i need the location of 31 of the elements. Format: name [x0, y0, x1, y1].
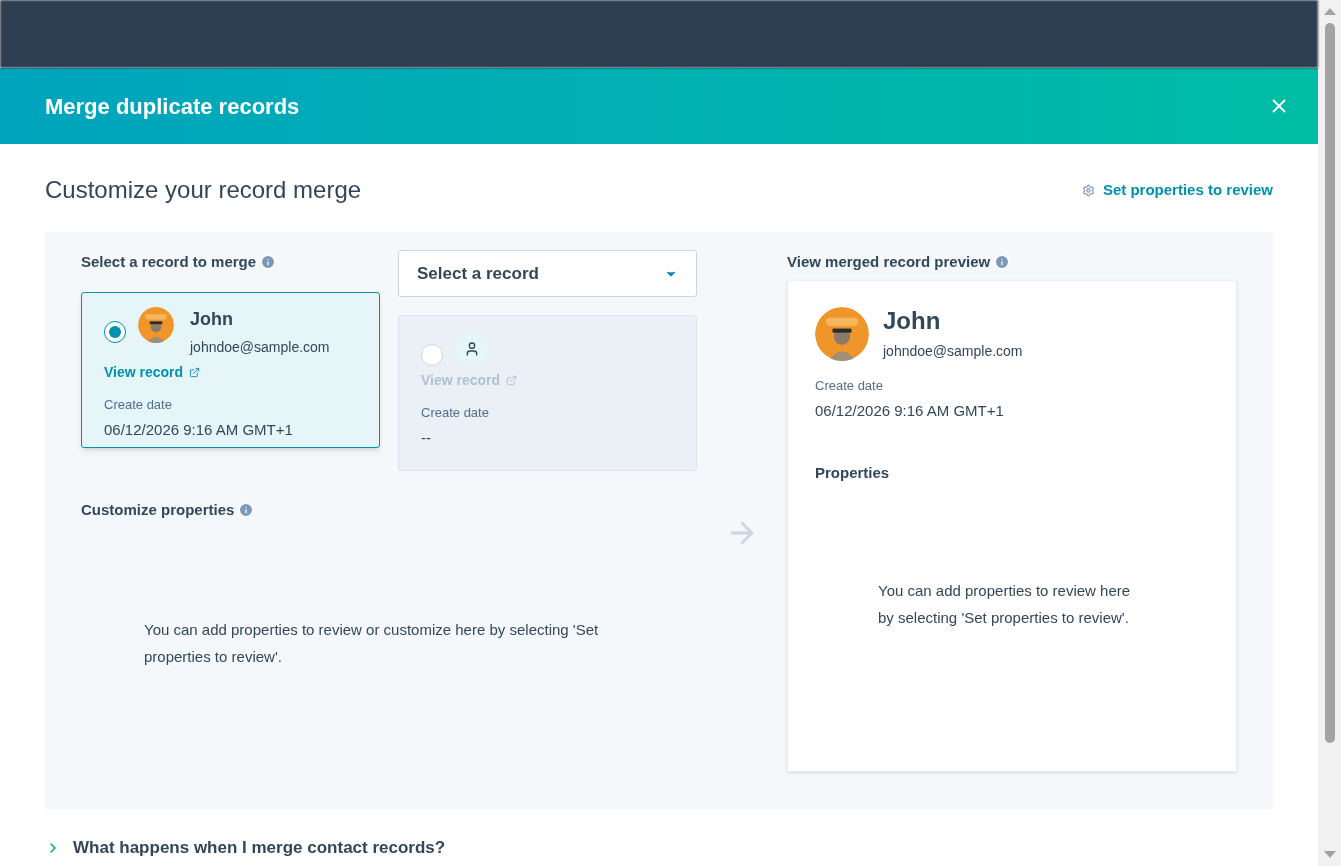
- page-heading: Customize your record merge: [45, 175, 362, 205]
- record-dropdown[interactable]: Select a record: [398, 250, 697, 297]
- external-link-icon: [189, 367, 201, 378]
- info-icon[interactable]: [238, 502, 255, 519]
- contact-email: johndoe@sample.com: [190, 338, 330, 357]
- preview-label: View merged record preview: [787, 251, 991, 272]
- date-value: 06/12/2026 9:16 AM GMT+1: [815, 400, 1005, 421]
- contact-name: John: [190, 308, 234, 331]
- info-icon[interactable]: [260, 254, 277, 270]
- info-icon[interactable]: [994, 254, 1011, 270]
- contact-name: John: [883, 307, 942, 335]
- date-value: 06/12/2026 9:16 AM GMT+1: [104, 419, 294, 440]
- modal-title: Merge duplicate records: [45, 92, 300, 121]
- date-value: --: [421, 427, 432, 448]
- contact-email: johndoe@sample.com: [883, 342, 1023, 361]
- scrollbar[interactable]: [1318, 0, 1341, 866]
- faq-toggle[interactable]: What happens when I merge contact records?: [45, 835, 1273, 861]
- preview-empty-text: You can add properties to review here by selecting 'Set properties to review'.: [878, 580, 1132, 628]
- properties-heading: Properties: [815, 463, 891, 483]
- set-properties-link[interactable]: Set properties to review: [1081, 178, 1273, 202]
- select-label: Select a record to merge: [81, 251, 257, 272]
- customize-label: Customize properties: [81, 500, 235, 520]
- settings-icon: [1081, 183, 1095, 197]
- date-label: Create date: [421, 404, 490, 422]
- record-card[interactable]: John johndoe@sample.com View record Create date 06/12/2026 9:16 AM GMT+1: [81, 292, 380, 448]
- person-icon: [455, 332, 489, 366]
- radio-button[interactable]: [104, 321, 126, 343]
- date-label: Create date: [815, 377, 884, 395]
- date-label: Create date: [104, 396, 173, 414]
- customize-empty-text: You can add properties to review or customize here by selecting 'Set properties to review'.: [144, 619, 600, 667]
- external-link-icon: [506, 375, 518, 386]
